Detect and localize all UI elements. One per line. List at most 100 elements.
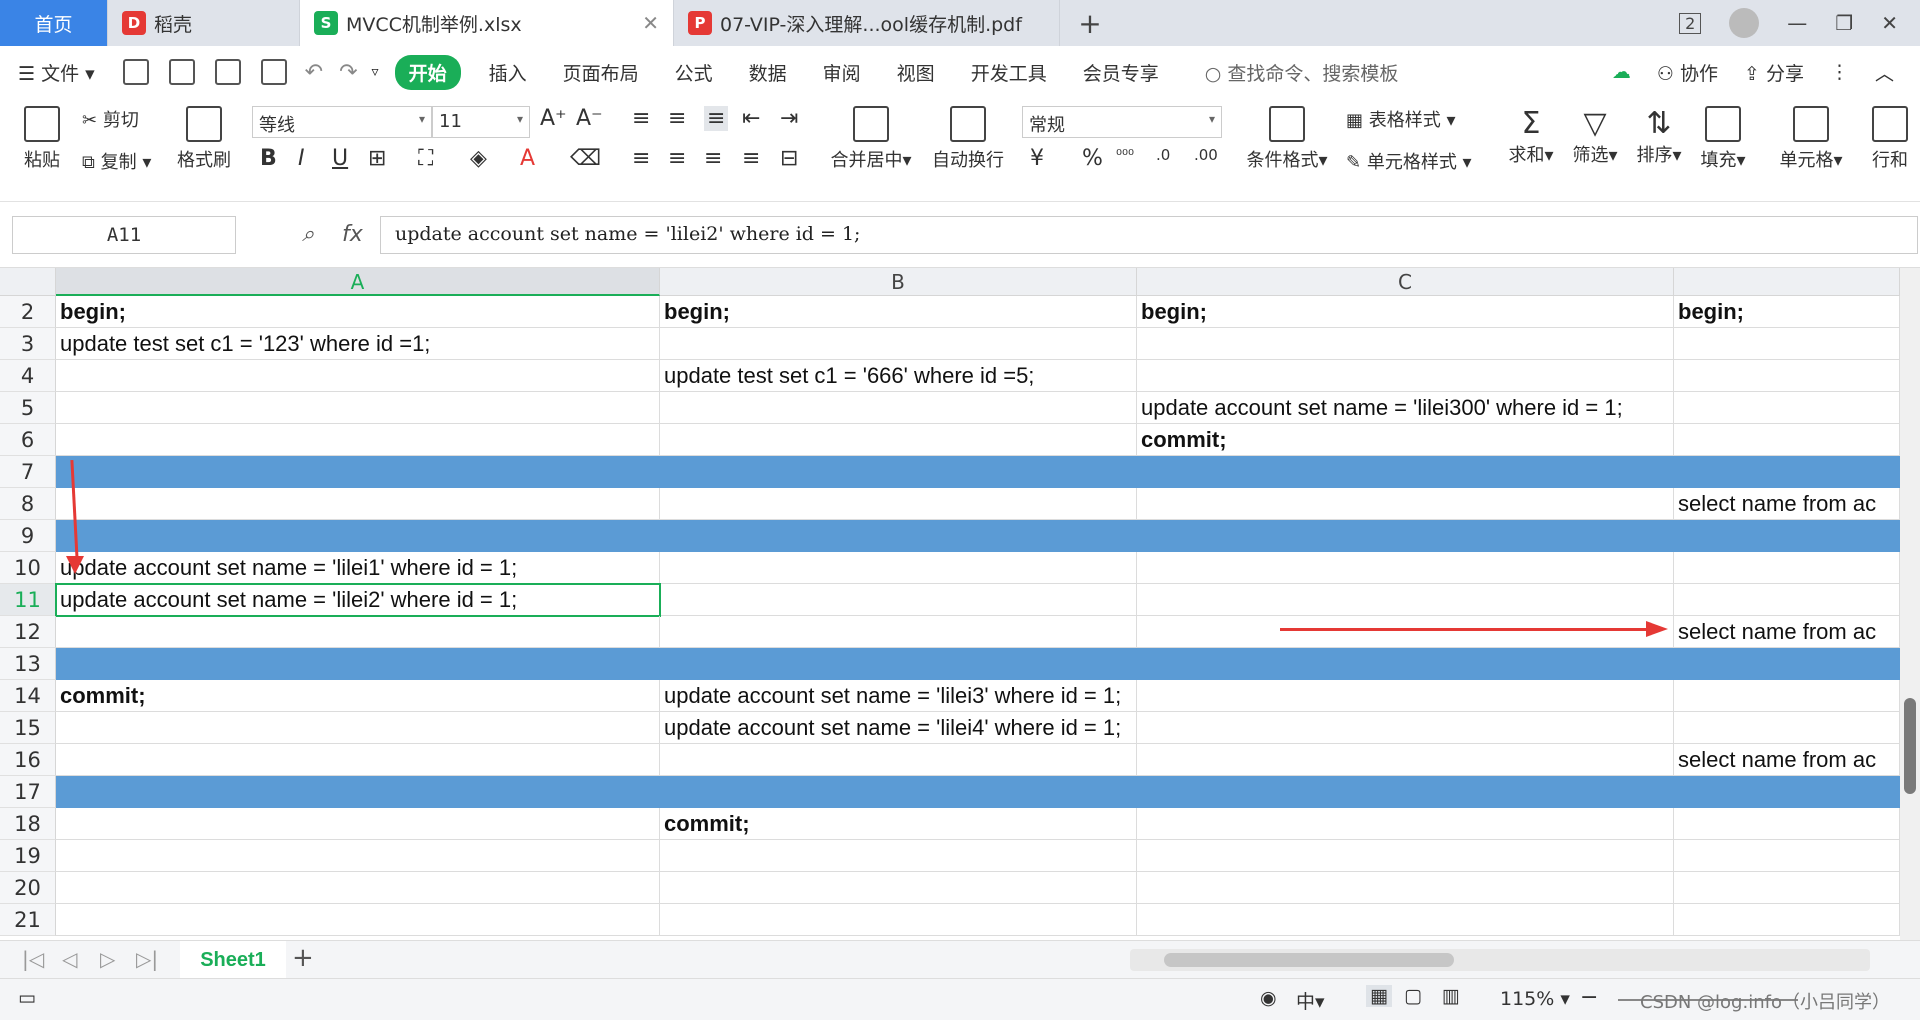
- zoom-out-icon[interactable]: −: [1580, 985, 1598, 1010]
- align-top-icon[interactable]: ≡: [632, 106, 650, 131]
- more-icon[interactable]: ⋮: [1830, 61, 1849, 83]
- fx-icon[interactable]: fx: [342, 222, 363, 247]
- last-sheet-icon[interactable]: ▷|: [136, 947, 158, 971]
- table-cell[interactable]: [660, 648, 1137, 680]
- table-cell[interactable]: [1674, 520, 1900, 552]
- table-cell[interactable]: [1674, 648, 1900, 680]
- menu-start[interactable]: 开始: [394, 54, 461, 90]
- percent-icon[interactable]: %: [1082, 146, 1103, 171]
- menu-data[interactable]: 数据: [731, 59, 805, 86]
- table-cell[interactable]: [1137, 552, 1674, 584]
- close-window-icon[interactable]: ✕: [1881, 11, 1898, 35]
- copy-button[interactable]: ⧉ 复制 ▾: [82, 148, 151, 174]
- tab-xlsx[interactable]: S MVCC机制举例.xlsx ✕: [300, 0, 674, 46]
- distributed-icon[interactable]: ⊟: [780, 146, 798, 171]
- share-button[interactable]: ⇪ 分享: [1744, 59, 1804, 86]
- table-cell[interactable]: update account set name = 'lilei3' where…: [660, 680, 1137, 712]
- row-header[interactable]: 17: [0, 776, 56, 808]
- row-header[interactable]: 7: [0, 456, 56, 488]
- table-cell[interactable]: [660, 744, 1137, 776]
- horizontal-scroll-thumb[interactable]: [1164, 953, 1454, 967]
- conditional-format-button[interactable]: 条件格式▾: [1240, 106, 1334, 172]
- table-cell[interactable]: [1137, 712, 1674, 744]
- eye-protect-icon[interactable]: ◉: [1260, 987, 1277, 1009]
- row-header[interactable]: 21: [0, 904, 56, 936]
- page-break-icon[interactable]: ▥: [1442, 985, 1460, 1007]
- table-cell[interactable]: [1137, 648, 1674, 680]
- increase-decimal-icon[interactable]: .0: [1156, 146, 1170, 164]
- row-header[interactable]: 9: [0, 520, 56, 552]
- collapse-ribbon-icon[interactable]: ︿: [1875, 59, 1894, 86]
- table-cell[interactable]: select name from ac: [1674, 616, 1900, 648]
- table-cell[interactable]: select name from ac: [1674, 488, 1900, 520]
- window-count-badge[interactable]: 2: [1679, 12, 1702, 34]
- font-color-icon[interactable]: A: [520, 146, 535, 171]
- table-cell[interactable]: [56, 520, 660, 552]
- outdent-icon[interactable]: ⇤: [742, 106, 760, 131]
- tab-daoke[interactable]: D 稻壳: [108, 0, 300, 46]
- table-cell[interactable]: update account set name = 'lilei2' where…: [56, 584, 660, 616]
- fill-button[interactable]: 填充▾: [1696, 106, 1750, 172]
- table-cell[interactable]: [56, 744, 660, 776]
- merge-center-button[interactable]: 合并居中▾: [826, 106, 916, 172]
- table-cell[interactable]: begin;: [660, 296, 1137, 328]
- border-icon[interactable]: ⊞: [368, 146, 386, 171]
- column-header[interactable]: B: [660, 268, 1137, 296]
- table-cell[interactable]: [660, 552, 1137, 584]
- name-box[interactable]: A11: [12, 216, 236, 254]
- row-header[interactable]: 13: [0, 648, 56, 680]
- cell-button[interactable]: 单元格▾: [1776, 106, 1846, 172]
- table-cell[interactable]: [1674, 680, 1900, 712]
- increase-font-icon[interactable]: A⁺: [540, 106, 567, 131]
- table-cell[interactable]: [660, 904, 1137, 936]
- row-header[interactable]: 20: [0, 872, 56, 904]
- table-cell[interactable]: [1674, 392, 1900, 424]
- table-cell[interactable]: [1674, 552, 1900, 584]
- macro-icon[interactable]: ▭: [18, 987, 36, 1009]
- column-header[interactable]: C: [1137, 268, 1674, 296]
- table-cell[interactable]: [660, 584, 1137, 616]
- table-cell[interactable]: [56, 488, 660, 520]
- table-cell[interactable]: [1137, 808, 1674, 840]
- decrease-decimal-icon[interactable]: .00: [1194, 146, 1218, 164]
- table-cell[interactable]: [1137, 584, 1674, 616]
- table-cell[interactable]: [1137, 328, 1674, 360]
- table-cell[interactable]: [1137, 488, 1674, 520]
- table-cell[interactable]: begin;: [1137, 296, 1674, 328]
- table-cell[interactable]: [660, 776, 1137, 808]
- underline-icon[interactable]: U: [332, 146, 348, 171]
- table-cell[interactable]: [1137, 456, 1674, 488]
- row-header[interactable]: 5: [0, 392, 56, 424]
- table-cell[interactable]: begin;: [1674, 296, 1900, 328]
- vertical-scroll-thumb[interactable]: [1904, 698, 1916, 794]
- normal-view-icon[interactable]: ▦: [1366, 985, 1392, 1007]
- menu-file[interactable]: ☰ 文件 ▾: [0, 59, 113, 86]
- fill-color-icon[interactable]: ◈: [470, 146, 487, 171]
- paste-button[interactable]: 粘贴: [14, 106, 70, 172]
- table-cell[interactable]: [56, 712, 660, 744]
- zoom-search-icon[interactable]: ⌕: [302, 222, 314, 247]
- redo-icon[interactable]: ↷: [339, 60, 357, 85]
- sum-button[interactable]: Σ 求和▾: [1504, 106, 1558, 167]
- row-header[interactable]: 16: [0, 744, 56, 776]
- table-cell[interactable]: [1137, 776, 1674, 808]
- table-cell[interactable]: [1137, 520, 1674, 552]
- table-style-button[interactable]: ▦ 表格样式 ▾: [1346, 106, 1456, 132]
- table-cell[interactable]: [56, 456, 660, 488]
- align-left-icon[interactable]: ≡: [632, 146, 650, 171]
- cloud-sync-icon[interactable]: ☁: [1612, 61, 1631, 83]
- table-cell[interactable]: [660, 872, 1137, 904]
- table-cell[interactable]: [1674, 360, 1900, 392]
- table-cell[interactable]: [1674, 584, 1900, 616]
- align-middle-icon[interactable]: ≡: [668, 106, 686, 131]
- minimize-icon[interactable]: —: [1787, 11, 1807, 35]
- italic-icon[interactable]: I: [298, 146, 305, 171]
- wrap-text-button[interactable]: 自动换行: [928, 106, 1008, 172]
- font-name-select[interactable]: 等线: [252, 106, 432, 138]
- table-cell[interactable]: [1137, 616, 1674, 648]
- table-cell[interactable]: begin;: [56, 296, 660, 328]
- table-cell[interactable]: [1674, 808, 1900, 840]
- new-tab-button[interactable]: +: [1060, 0, 1120, 46]
- row-header[interactable]: 11: [0, 584, 56, 616]
- table-cell[interactable]: [1137, 872, 1674, 904]
